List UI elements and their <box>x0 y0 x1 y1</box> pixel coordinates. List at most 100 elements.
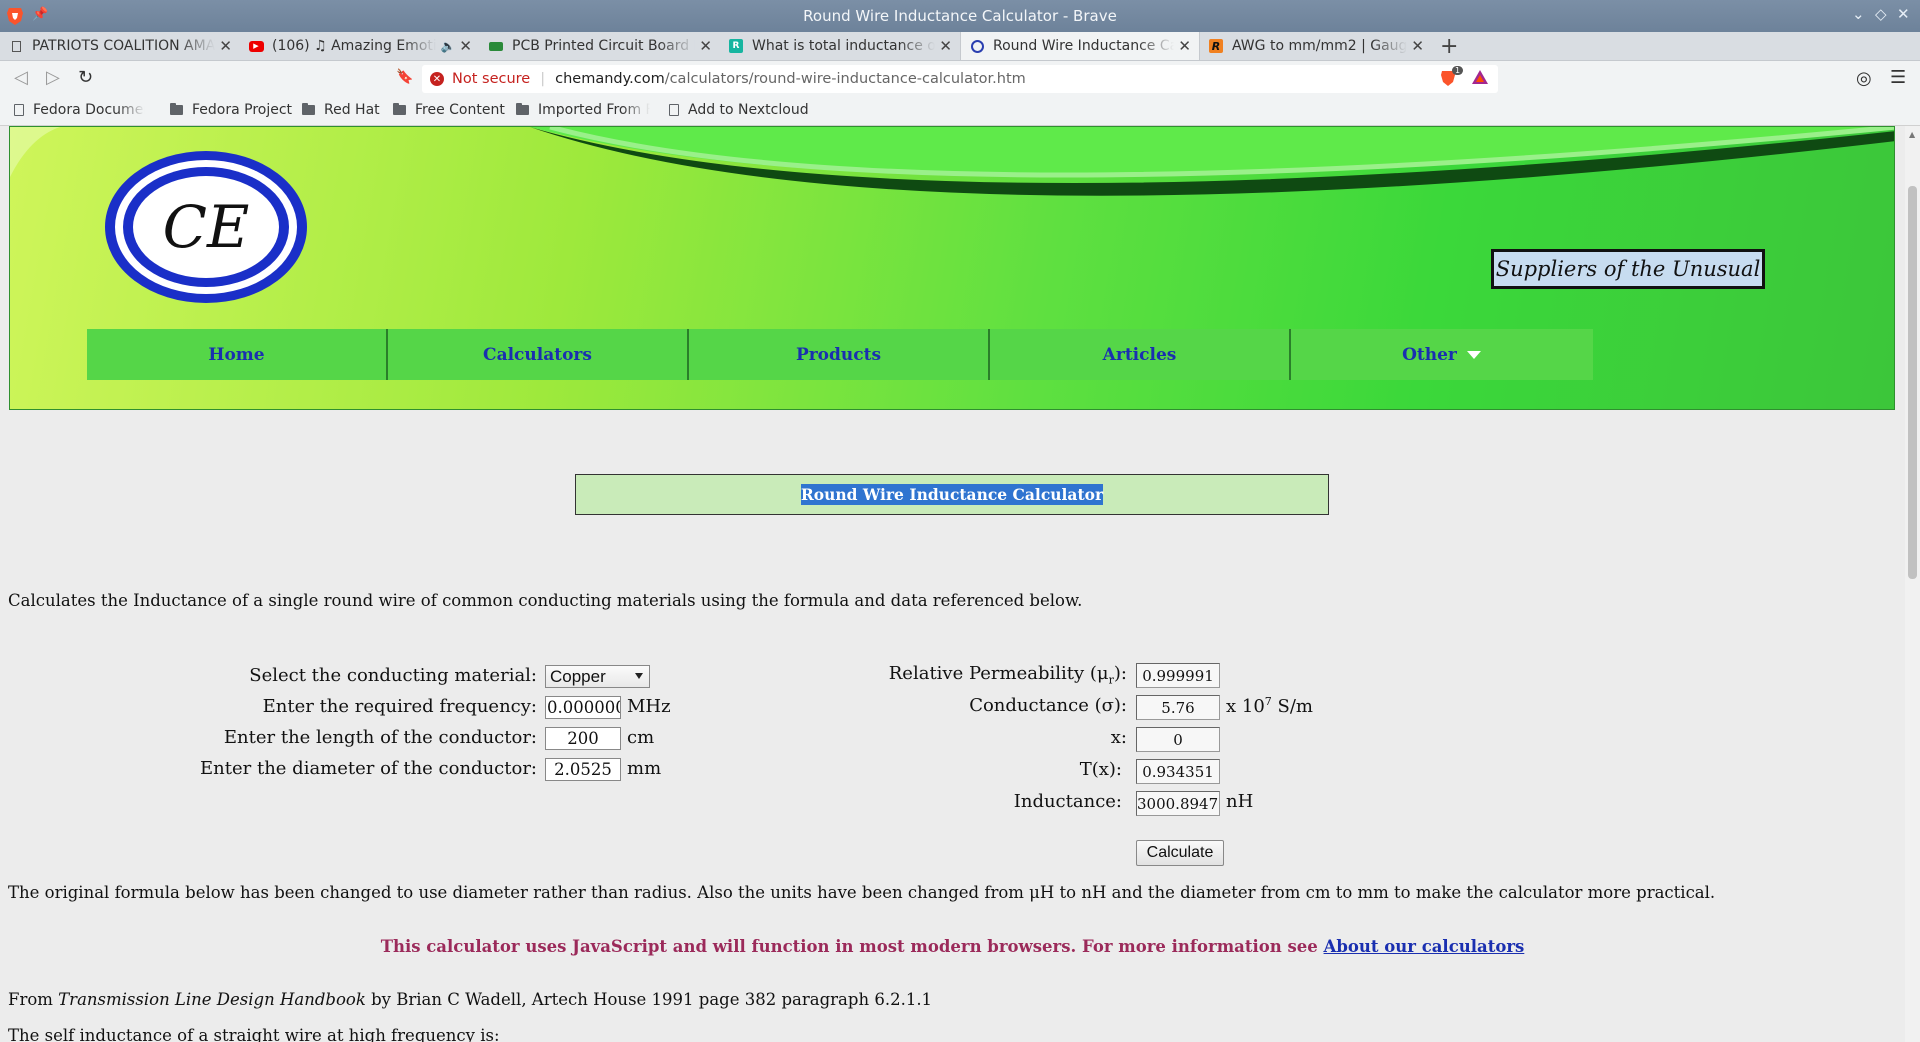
reload-icon[interactable]: ↻ <box>78 67 93 88</box>
length-label: Enter the length of the conductor: <box>223 727 537 748</box>
nav-label: Products <box>795 344 882 365</box>
menu-icon[interactable]: ☰ <box>1890 67 1906 88</box>
ce-logo: CE <box>105 151 307 303</box>
site-tagline: Suppliers of the Unusual <box>1491 249 1765 289</box>
tab-youtube[interactable]: ▶ (106) ♫ Amazing Emotional 🔈 ✕ <box>240 32 480 60</box>
scrollbar-thumb[interactable] <box>1908 186 1917 579</box>
formula-intro: The self inductance of a straight wire a… <box>8 1026 500 1042</box>
nav-other[interactable]: Other <box>1291 329 1592 380</box>
bookmark-fedora-docs[interactable]: Fedora Documentation <box>14 102 145 118</box>
youtube-icon: ▶ <box>248 38 264 54</box>
folder-icon <box>302 103 315 115</box>
rewards-icon[interactable] <box>1472 70 1488 84</box>
material-select[interactable]: Copper <box>545 665 650 688</box>
folder-icon <box>170 103 183 115</box>
page-content: CE Suppliers of the Unusual Home Calcula… <box>0 126 1905 1042</box>
inductance-output: 3000.89477 <box>1136 791 1220 816</box>
inductance-label: Inductance: <box>1013 791 1122 812</box>
nav-articles[interactable]: Articles <box>990 329 1291 380</box>
material-selected-value: Copper <box>550 666 606 686</box>
conductance-unit: x 107 S/m <box>1226 695 1313 717</box>
tab-label: (106) ♫ Amazing Emotional <box>272 38 437 54</box>
frequency-input[interactable]: 0.000000 <box>545 696 621 719</box>
folder-icon <box>393 103 406 115</box>
calculator-heading-box: Round Wire Inductance Calculator <box>575 474 1329 515</box>
tab-research[interactable]: R What is total inductance of a ✕ <box>720 32 960 60</box>
close-tab-icon[interactable]: ✕ <box>699 37 712 55</box>
frequency-label: Enter the required frequency: <box>262 696 537 717</box>
tab-awg[interactable]: R AWG to mm/mm2 | Gauge to ✕ <box>1200 32 1432 60</box>
nav-home[interactable]: Home <box>87 329 388 380</box>
tab-label: AWG to mm/mm2 | Gauge to <box>1232 38 1408 54</box>
profile-icon[interactable]: ◎ <box>1856 68 1872 89</box>
permeability-label: Relative Permeability (μr): <box>888 663 1127 687</box>
x-output: 0 <box>1136 727 1220 752</box>
intro-text: Calculates the Inductance of a single ro… <box>8 591 1083 610</box>
material-label: Select the conducting material: <box>249 665 537 686</box>
svg-text:CE: CE <box>163 193 250 261</box>
security-label: Not secure <box>452 71 531 87</box>
length-input[interactable]: 200 <box>545 727 621 750</box>
tab-label: What is total inductance of a <box>752 38 936 54</box>
bookmarks-bar: Fedora Documentation Fedora Project Red … <box>0 97 1920 126</box>
tab-strip: PATRIOTS COALITION AMATEUR RADIO ✕ ▶ (10… <box>0 32 1920 61</box>
nav-label: Home <box>208 344 265 365</box>
bookmark-label: Add to Nextcloud <box>688 102 809 118</box>
tab-patriots[interactable]: PATRIOTS COALITION AMATEUR RADIO ✕ <box>0 32 240 60</box>
folder-icon <box>516 103 529 115</box>
minimize-icon[interactable]: ⌄ <box>1852 5 1865 23</box>
bookmark-add-nextcloud[interactable]: Add to Nextcloud <box>669 102 809 118</box>
tx-label: T(x): <box>1079 759 1122 780</box>
bookmark-icon[interactable]: 🔖 <box>396 69 413 85</box>
nav-label: Calculators <box>483 344 592 365</box>
close-tab-icon[interactable]: ✕ <box>219 37 232 55</box>
nav-label: Other <box>1402 344 1457 365</box>
scroll-up-icon[interactable]: ▲ <box>1909 130 1915 139</box>
close-tab-icon[interactable]: ✕ <box>939 37 952 55</box>
page-icon <box>8 38 24 54</box>
calculate-button[interactable]: Calculate <box>1136 840 1224 866</box>
close-tab-icon[interactable]: ✕ <box>459 37 472 55</box>
close-tab-icon[interactable]: ✕ <box>1178 37 1191 55</box>
javascript-note-text: This calculator uses JavaScript and will… <box>380 937 1324 956</box>
frequency-unit: MHz <box>627 696 671 717</box>
back-icon[interactable]: ◁ <box>14 67 28 88</box>
diameter-unit: mm <box>627 758 662 779</box>
not-secure-icon: ✕ <box>430 72 444 86</box>
nav-calculators[interactable]: Calculators <box>388 329 689 380</box>
new-tab-icon[interactable]: + <box>1440 34 1458 59</box>
page-icon <box>14 104 24 116</box>
bookmark-red-hat[interactable]: Red Hat <box>302 102 380 118</box>
conductance-label: Conductance (σ): <box>969 695 1127 716</box>
bookmark-label: Fedora Documentation <box>33 102 145 118</box>
bookmark-fedora-project[interactable]: Fedora Project <box>170 102 292 118</box>
chemandy-icon <box>969 38 985 54</box>
nav-label: Articles <box>1102 344 1177 365</box>
close-window-icon[interactable]: ✕ <box>1897 5 1910 23</box>
window-title: Round Wire Inductance Calculator - Brave <box>803 7 1117 25</box>
address-bar[interactable]: ✕ Not secure | chemandy.com/calculators/… <box>422 65 1498 93</box>
tab-round-wire-calculator[interactable]: Round Wire Inductance Calculator ✕ <box>960 32 1200 60</box>
maximize-icon[interactable]: ◇ <box>1875 5 1887 23</box>
bookmark-imported-firefox[interactable]: Imported From Firefox <box>516 102 650 118</box>
diameter-input[interactable]: 2.0525 <box>545 758 621 781</box>
reference-text: From Transmission Line Design Handbook b… <box>8 990 933 1009</box>
forward-icon[interactable]: ▷ <box>46 67 60 88</box>
bookmark-label: Fedora Project <box>192 102 293 118</box>
nav-products[interactable]: Products <box>689 329 990 380</box>
bookmark-label: Imported From Firefox <box>538 102 650 118</box>
dropdown-caret-icon <box>1466 350 1481 359</box>
formula-change-note: The original formula below has been chan… <box>8 883 1716 902</box>
speaker-icon[interactable]: 🔈 <box>440 39 455 53</box>
page-scrollbar[interactable]: ▲ <box>1905 126 1920 1042</box>
reference-book-title: Transmission Line Design Handbook <box>58 990 366 1009</box>
address-separator: | <box>540 71 546 87</box>
tab-pcb[interactable]: PCB Printed Circuit Board Fil ✕ <box>480 32 720 60</box>
about-calculators-link[interactable]: About our calculators <box>1324 937 1525 956</box>
bookmark-free-content[interactable]: Free Content <box>393 102 505 118</box>
page-title: Round Wire Inductance Calculator <box>800 484 1104 505</box>
window-titlebar: 📌 Round Wire Inductance Calculator - Bra… <box>0 0 1920 32</box>
browser-toolbar: ◁ ▷ ↻ 🔖 ✕ Not secure | chemandy.com/calc… <box>0 61 1920 97</box>
conductance-output: 5.76 <box>1136 695 1220 720</box>
close-tab-icon[interactable]: ✕ <box>1411 37 1424 55</box>
